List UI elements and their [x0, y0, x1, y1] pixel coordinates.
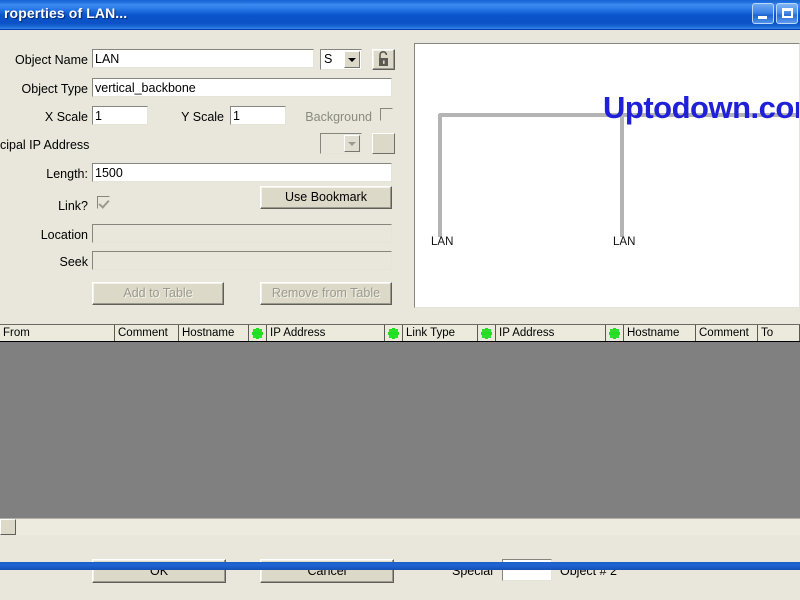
- table-header-hostname[interactable]: Hostname: [179, 325, 249, 341]
- object-scope-dropdown-button[interactable]: [344, 51, 360, 68]
- table-header-to[interactable]: To: [758, 325, 800, 341]
- table-header-star-icon-9[interactable]: [606, 325, 624, 341]
- table-horizontal-scrollbar[interactable]: [0, 518, 800, 535]
- green-asterisk-icon: [252, 327, 263, 339]
- seek-label: Seek: [59, 255, 89, 269]
- unlocked-padlock-icon: [379, 51, 388, 66]
- window-controls: [752, 3, 798, 24]
- restore-icon: [782, 8, 793, 18]
- object-type-input[interactable]: [92, 78, 392, 97]
- use-bookmark-button[interactable]: Use Bookmark: [260, 186, 392, 209]
- add-to-table-button[interactable]: Add to Table: [92, 282, 224, 305]
- table-header-ip-address[interactable]: IP Address: [267, 325, 385, 341]
- window-title: roperties of LAN...: [4, 5, 128, 21]
- object-name-input[interactable]: [92, 49, 314, 68]
- principal-ip-address-label: cipal IP Address: [0, 138, 90, 152]
- watermark-text: Uptodown.com: [603, 90, 800, 125]
- table-header-comment[interactable]: Comment: [696, 325, 758, 341]
- chevron-down-icon: [348, 142, 356, 146]
- location-label: Location: [40, 228, 88, 242]
- object-scope-value: S: [324, 52, 333, 66]
- title-bar[interactable]: roperties of LAN...: [0, 0, 800, 30]
- table-body[interactable]: [0, 342, 800, 518]
- table-header-comment[interactable]: Comment: [115, 325, 179, 341]
- application-window: roperties of LAN... Object Name S: [0, 0, 800, 600]
- location-input[interactable]: [92, 224, 392, 243]
- minimize-icon: [758, 16, 767, 19]
- scroll-left-button[interactable]: [0, 519, 16, 535]
- properties-form: Object Name S Object Type X Scale: [0, 30, 408, 312]
- green-asterisk-icon: [609, 327, 620, 339]
- diagram-preview-panel[interactable]: Uptodown.com LAN LAN: [414, 43, 800, 308]
- table-header-star-icon-5[interactable]: [385, 325, 403, 341]
- link-checkbox[interactable]: [97, 196, 110, 209]
- link-label: Link?: [58, 199, 88, 213]
- x-scale-input[interactable]: [92, 106, 148, 125]
- length-input[interactable]: [92, 163, 392, 182]
- length-label: Length:: [46, 167, 88, 181]
- table-header-from[interactable]: From: [0, 325, 115, 341]
- lan-node-label-1: LAN: [431, 236, 454, 248]
- principal-ip-address-select[interactable]: [320, 133, 362, 154]
- minimize-button[interactable]: [752, 3, 774, 24]
- principal-ip-dropdown-button[interactable]: [344, 135, 360, 152]
- table-header-star-icon-7[interactable]: [478, 325, 496, 341]
- lock-toggle-button[interactable]: [372, 49, 395, 70]
- green-asterisk-icon: [388, 327, 399, 339]
- background-checkbox[interactable]: [380, 108, 393, 121]
- network-diagram: [438, 113, 799, 237]
- remove-from-table-button[interactable]: Remove from Table: [260, 282, 392, 305]
- table-header-link-type[interactable]: Link Type: [403, 325, 478, 341]
- dialog-client-area: Object Name S Object Type X Scale: [0, 30, 800, 600]
- green-asterisk-icon: [481, 327, 492, 339]
- table-header-star-icon-3[interactable]: [249, 325, 267, 341]
- table-header-ip-address[interactable]: IP Address: [496, 325, 606, 341]
- background-label: Background: [305, 110, 372, 124]
- table-header-hostname[interactable]: Hostname: [624, 325, 696, 341]
- link-table: From Comment Hostname IP Address Link Type IP…: [0, 324, 800, 536]
- lan-node-label-2: LAN: [613, 236, 636, 248]
- chevron-down-icon: [348, 58, 356, 62]
- y-scale-label: Y Scale: [181, 110, 224, 124]
- principal-ip-extra-button[interactable]: [372, 133, 395, 154]
- table-header-row: From Comment Hostname IP Address Link Type IP…: [0, 324, 800, 342]
- desktop-taskbar[interactable]: [0, 562, 800, 570]
- seek-input[interactable]: [92, 251, 392, 270]
- restore-button[interactable]: [776, 3, 798, 24]
- object-type-label: Object Type: [21, 82, 88, 96]
- object-scope-select[interactable]: S: [320, 49, 362, 70]
- x-scale-label: X Scale: [44, 110, 88, 124]
- object-name-label: Object Name: [15, 53, 88, 67]
